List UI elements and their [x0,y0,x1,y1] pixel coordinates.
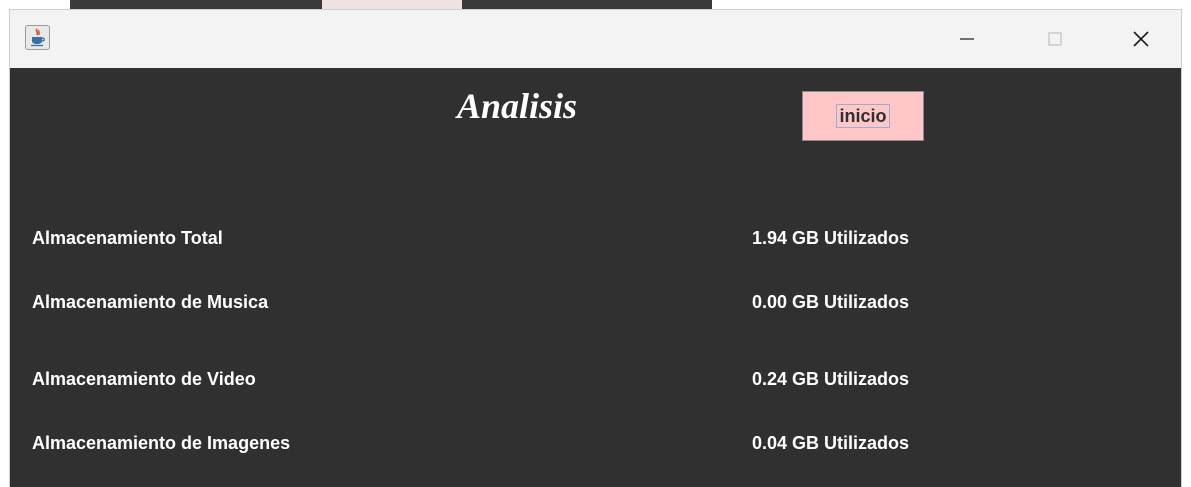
close-icon [1133,31,1149,47]
close-button[interactable] [1116,10,1166,68]
background-window-edge [322,0,462,9]
inicio-button-label: inicio [836,104,890,128]
storage-total-value: 1.94 GB Utilizados [752,228,910,248]
background-window-edge [462,0,712,9]
background-window-edge [70,0,322,9]
page-title: Analisis [457,86,578,126]
minimize-icon [960,38,974,40]
storage-music-value: 0.00 GB Utilizados [752,292,910,312]
minimize-button[interactable] [942,10,992,68]
storage-total-label: Almacenamiento Total [32,228,223,248]
storage-images-label: Almacenamiento de Imagenes [32,433,291,453]
inicio-button[interactable]: inicio [802,91,924,141]
storage-images-value: 0.04 GB Utilizados [752,433,910,453]
java-cup-icon[interactable] [25,25,50,50]
app-window: Analisis inicio Almacenamiento Total 1.9… [9,9,1182,487]
title-bar[interactable] [10,10,1181,68]
maximize-button[interactable] [1030,10,1080,68]
storage-video-label: Almacenamiento de Video [32,369,256,389]
storage-video-value: 0.24 GB Utilizados [752,369,910,389]
content-panel: Analisis inicio Almacenamiento Total 1.9… [10,68,1181,487]
maximize-icon [1048,32,1062,46]
storage-music-label: Almacenamiento de Musica [32,292,269,312]
